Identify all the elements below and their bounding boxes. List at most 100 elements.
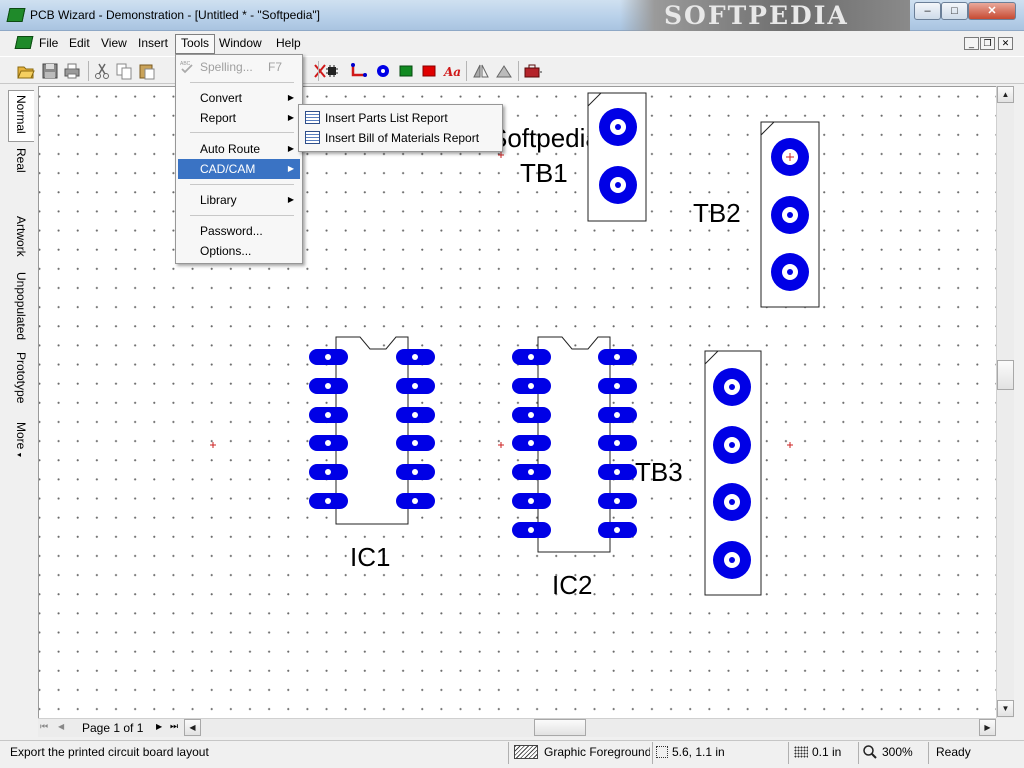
terminal-block-tb1[interactable] [587, 92, 647, 222]
menu-window[interactable]: Window [214, 35, 267, 53]
pad[interactable] [713, 541, 751, 579]
submenu-arrow-icon: ▶ [287, 93, 294, 102]
print-icon[interactable] [62, 61, 82, 81]
menu-tools[interactable]: Tools [175, 34, 216, 54]
tab-real-world[interactable]: Real World [0, 144, 34, 204]
pad[interactable] [771, 138, 809, 176]
menu-item-options[interactable]: Options... [178, 241, 300, 261]
label-tb3: TB3 [635, 457, 683, 487]
scroll-up-button[interactable]: ▲ [997, 86, 1014, 103]
last-page-button[interactable]: ⏭ [170, 721, 178, 732]
terminal-block-tb2[interactable] [760, 121, 820, 308]
terminal-block-tb3[interactable] [704, 350, 762, 596]
mdi-minimize-button[interactable]: _ [964, 37, 979, 50]
menu-item-report[interactable]: Report ▶ [178, 108, 300, 128]
next-page-button[interactable]: ▶ [156, 722, 162, 731]
status-coordinates: 5.6, 1.1 in [672, 745, 725, 759]
pad[interactable] [713, 368, 751, 406]
mdi-restore-button[interactable]: ❐ [980, 37, 995, 50]
component-icon[interactable] [322, 61, 342, 81]
report-icon [305, 131, 320, 144]
coordinates-icon [656, 746, 668, 758]
rectangle-icon[interactable] [396, 61, 416, 81]
menu-item-insert-parts-list-report[interactable]: Insert Parts List Report [301, 108, 500, 128]
copper-area-icon[interactable] [419, 61, 439, 81]
paste-icon[interactable] [137, 61, 157, 81]
first-page-button[interactable]: ⏮ [40, 721, 48, 732]
flip-icon[interactable] [471, 61, 491, 81]
menu-help[interactable]: Help [271, 35, 306, 53]
mdi-close-button[interactable]: ✕ [998, 37, 1013, 50]
vertical-scrollbar[interactable]: ▲ ▼ [996, 86, 1014, 718]
scroll-down-button[interactable]: ▼ [997, 700, 1014, 717]
status-divider [652, 742, 653, 764]
app-logo-icon [6, 8, 26, 22]
label-ic2: IC2 [552, 570, 592, 600]
pad[interactable] [771, 196, 809, 234]
minimize-button[interactable]: – [914, 2, 941, 20]
status-divider [788, 742, 789, 764]
scroll-right-button[interactable]: ▶ [979, 719, 996, 736]
scroll-left-button[interactable]: ◀ [184, 719, 201, 736]
mirror-icon[interactable] [494, 61, 514, 81]
open-icon[interactable] [16, 61, 36, 81]
pad[interactable] [771, 253, 809, 291]
prev-page-button[interactable]: ◀ [58, 722, 64, 731]
tab-normal[interactable]: Normal [8, 90, 34, 142]
tab-unpopulated[interactable]: Unpopulated [8, 268, 34, 348]
status-layer[interactable]: Graphic Foreground [544, 744, 650, 762]
menu-item-label: Password... [200, 224, 263, 238]
toolbar-separator [318, 61, 319, 81]
menu-separator [190, 132, 294, 133]
menu-edit[interactable]: Edit [64, 35, 95, 53]
status-zoom[interactable]: 300% [882, 744, 913, 762]
scroll-thumb-vertical[interactable] [997, 360, 1014, 390]
menu-item-label: CAD/CAM [200, 162, 256, 176]
menu-item-auto-route[interactable]: Auto Route ▶ [178, 139, 300, 159]
menu-item-spelling[interactable]: Spelling... F7 [178, 57, 300, 77]
menu-insert[interactable]: Insert [133, 35, 173, 53]
menu-item-label: Insert Bill of Materials Report [325, 131, 480, 145]
scroll-thumb-horizontal[interactable] [534, 719, 586, 736]
pad[interactable] [713, 483, 751, 521]
menu-item-insert-bom-report[interactable]: Insert Bill of Materials Report [301, 128, 500, 148]
status-divider [928, 742, 929, 764]
menu-view[interactable]: View [96, 35, 132, 53]
menu-item-library[interactable]: Library ▶ [178, 190, 300, 210]
menu-separator [190, 184, 294, 185]
label-ic1: IC1 [350, 542, 390, 572]
menu-item-convert[interactable]: Convert ▶ [178, 88, 300, 108]
text-icon[interactable]: Aa [442, 61, 462, 81]
cut-icon[interactable] [92, 61, 112, 81]
track-icon[interactable] [350, 61, 370, 81]
tab-artwork[interactable]: Artwork [8, 212, 34, 264]
submenu-arrow-icon: ▶ [287, 195, 294, 204]
menu-item-password[interactable]: Password... [178, 221, 300, 241]
pad[interactable] [599, 108, 637, 146]
ic-ic2[interactable] [512, 336, 637, 553]
pad-icon[interactable] [373, 61, 393, 81]
menu-file[interactable]: File [34, 35, 63, 53]
close-button[interactable]: ✕ [968, 2, 1016, 20]
shortcut-f7: F7 [268, 60, 283, 74]
copy-icon[interactable] [114, 61, 134, 81]
svg-text:Aa: Aa [443, 65, 461, 79]
save-icon[interactable] [40, 61, 60, 81]
view-tabs: Normal Real World Artwork Unpopulated Pr… [0, 88, 34, 464]
ic-ic1[interactable] [309, 336, 435, 525]
label-softpedia: Softpedia [490, 123, 600, 153]
menu-item-cad-cam[interactable]: CAD/CAM ▶ [178, 159, 300, 179]
pad[interactable] [713, 426, 751, 464]
zoom-icon [863, 745, 877, 759]
tools-menu-dropdown: ABC Spelling... F7 Convert ▶ Report ▶ Au… [175, 54, 303, 264]
maximize-button[interactable]: □ [941, 2, 968, 20]
grid-icon [794, 746, 808, 758]
status-grid[interactable]: 0.1 in [812, 744, 841, 762]
tab-prototype[interactable]: Prototype [8, 348, 34, 408]
toolbar: Aa [0, 56, 1024, 127]
menu-bar: File Edit View Insert Tools Window Help … [0, 31, 1024, 56]
document-icon[interactable] [14, 36, 34, 49]
pad[interactable] [599, 166, 637, 204]
toolbox-icon[interactable] [523, 61, 543, 81]
title-bar[interactable]: PCB Wizard - Demonstration - [Untitled *… [0, 0, 1024, 31]
